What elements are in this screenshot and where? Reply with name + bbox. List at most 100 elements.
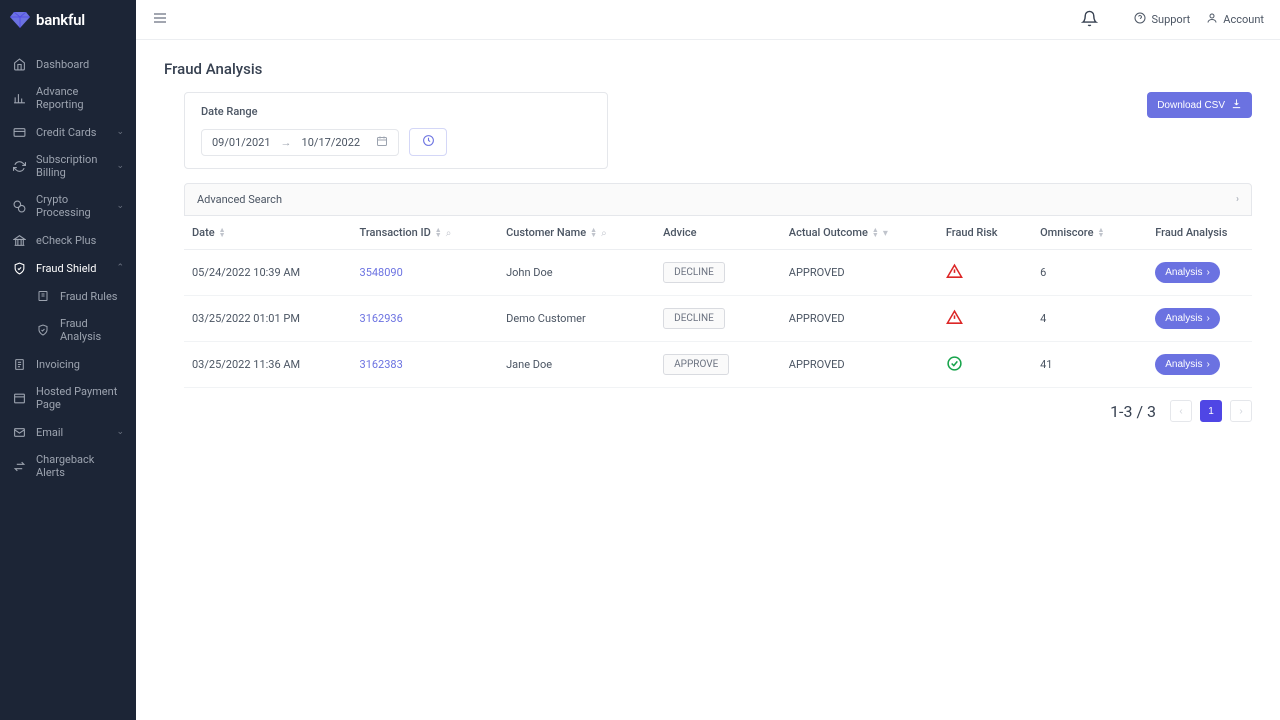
check-circle-icon [946, 355, 963, 372]
user-icon [1206, 12, 1218, 27]
analysis-button[interactable]: Analysis › [1155, 354, 1220, 375]
clock-icon [422, 134, 435, 150]
sidebar-item-subscription-billing[interactable]: Subscription Billing ⌄ [0, 146, 136, 186]
account-link[interactable]: Account [1206, 12, 1264, 27]
search-icon[interactable]: ⌕ [446, 228, 452, 239]
col-date[interactable]: Date▲▼ [184, 216, 352, 250]
chevron-down-icon: ⌄ [116, 201, 124, 211]
warning-icon [946, 263, 963, 280]
page-icon [12, 391, 26, 405]
bell-icon[interactable] [1081, 10, 1098, 30]
sort-icon: ▲▼ [435, 228, 442, 238]
sidebar-item-chargeback-alerts[interactable]: Chargeback Alerts [0, 446, 136, 486]
help-icon [1134, 12, 1146, 27]
col-fraud-analysis: Fraud Analysis [1147, 216, 1252, 250]
brand-logo[interactable]: bankful [0, 0, 136, 40]
transaction-link[interactable]: 3548090 [360, 266, 403, 279]
sidebar-item-invoicing[interactable]: Invoicing [0, 350, 136, 378]
shield-icon [12, 261, 26, 275]
page-title: Fraud Analysis [164, 60, 1252, 78]
brand-text: bankful [36, 11, 85, 29]
crypto-icon [12, 199, 26, 213]
rules-icon [36, 289, 50, 303]
transaction-link[interactable]: 3162383 [360, 358, 403, 371]
nav: Dashboard Advance Reporting Credit Cards… [0, 40, 136, 496]
cell-outcome: APPROVED [781, 296, 938, 342]
main: Support Account Fraud Analysis Date Rang… [136, 0, 1280, 720]
date-to-value: 10/17/2022 [302, 136, 361, 149]
page-next-button[interactable]: › [1230, 400, 1252, 422]
cell-outcome: APPROVED [781, 342, 938, 388]
transaction-link[interactable]: 3162936 [360, 312, 403, 325]
chevron-right-icon: › [1206, 359, 1209, 370]
chevron-right-icon: › [1206, 313, 1209, 324]
warning-icon [946, 309, 963, 326]
page-prev-button[interactable]: ‹ [1170, 400, 1192, 422]
date-from-value: 09/01/2021 [212, 136, 271, 149]
sort-icon: ▲▼ [872, 228, 879, 238]
mail-icon [12, 425, 26, 439]
sidebar-item-fraud-shield[interactable]: Fraud Shield ⌃ [0, 254, 136, 282]
refresh-button[interactable] [409, 128, 447, 156]
arrow-right-icon: → [281, 136, 292, 149]
col-actual-outcome[interactable]: Actual Outcome▲▼▾ [781, 216, 938, 250]
sidebar-item-email[interactable]: Email ⌄ [0, 418, 136, 446]
fraud-table: Date▲▼ Transaction ID▲▼⌕ Customer Name▲▼… [184, 216, 1252, 388]
cell-date: 03/25/2022 11:36 AM [184, 342, 352, 388]
chevron-down-icon: ⌄ [116, 427, 124, 437]
sidebar-item-hosted-payment-page[interactable]: Hosted Payment Page [0, 378, 136, 418]
cell-name: Demo Customer [498, 296, 655, 342]
date-range-picker[interactable]: 09/01/2021 → 10/17/2022 [201, 129, 399, 156]
credit-card-icon [12, 125, 26, 139]
download-csv-button[interactable]: Download CSV [1147, 92, 1252, 118]
col-advice: Advice [655, 216, 781, 250]
advice-badge: APPROVE [663, 354, 729, 375]
menu-toggle-icon[interactable] [152, 10, 168, 29]
chevron-down-icon: ⌄ [116, 161, 124, 171]
sidebar-item-advance-reporting[interactable]: Advance Reporting [0, 78, 136, 118]
advanced-search-toggle[interactable]: Advanced Search › [184, 183, 1252, 216]
table-row: 05/24/2022 10:39 AM 3548090 John Doe DECLIN… [184, 250, 1252, 296]
advice-badge: DECLINE [663, 262, 725, 283]
table-row: 03/25/2022 01:01 PM3162936Demo CustomerD… [184, 296, 1252, 342]
support-link[interactable]: Support [1134, 12, 1190, 27]
search-icon[interactable]: ⌕ [601, 228, 607, 239]
chevron-right-icon: › [1206, 267, 1209, 278]
sort-icon: ▲▼ [590, 228, 597, 238]
bank-icon [12, 233, 26, 247]
filter-icon[interactable]: ▾ [883, 228, 888, 239]
col-omniscore[interactable]: Omniscore▲▼ [1032, 216, 1147, 250]
cell-date: 05/24/2022 10:39 AM [184, 250, 352, 296]
page-number-button[interactable]: 1 [1200, 400, 1222, 422]
sidebar-item-echeck-plus[interactable]: eCheck Plus [0, 226, 136, 254]
col-customer-name[interactable]: Customer Name▲▼⌕ [498, 216, 655, 250]
calendar-icon [376, 135, 388, 150]
sidebar-item-fraud-rules[interactable]: Fraud Rules [24, 282, 136, 310]
cell-omniscore: 4 [1032, 296, 1147, 342]
cell-outcome: APPROVED [781, 250, 938, 296]
sidebar-item-crypto-processing[interactable]: Crypto Processing ⌄ [0, 186, 136, 226]
cell-name: Jane Doe [498, 342, 655, 388]
cell-name: John Doe [498, 250, 655, 296]
bar-chart-icon [12, 91, 26, 105]
document-icon [12, 357, 26, 371]
sidebar-item-credit-cards[interactable]: Credit Cards ⌄ [0, 118, 136, 146]
pagination: 1-3 / 3 ‹ 1 › [164, 400, 1252, 422]
transfer-icon [12, 459, 26, 473]
date-range-label: Date Range [201, 105, 591, 118]
sort-icon: ▲▼ [219, 228, 226, 238]
refresh-icon [12, 159, 26, 173]
col-transaction-id[interactable]: Transaction ID▲▼⌕ [352, 216, 499, 250]
chevron-right-icon: › [1236, 194, 1239, 205]
analysis-button[interactable]: Analysis › [1155, 262, 1220, 283]
topbar: Support Account [136, 0, 1280, 40]
sort-icon: ▲▼ [1097, 228, 1104, 238]
cell-date: 03/25/2022 01:01 PM [184, 296, 352, 342]
diamond-icon [10, 12, 30, 28]
home-icon [12, 57, 26, 71]
sidebar-item-fraud-analysis[interactable]: Fraud Analysis [24, 310, 136, 350]
sidebar-item-dashboard[interactable]: Dashboard [0, 50, 136, 78]
download-icon [1231, 98, 1242, 112]
page-count: 1-3 / 3 [1110, 402, 1156, 421]
analysis-button[interactable]: Analysis › [1155, 308, 1220, 329]
